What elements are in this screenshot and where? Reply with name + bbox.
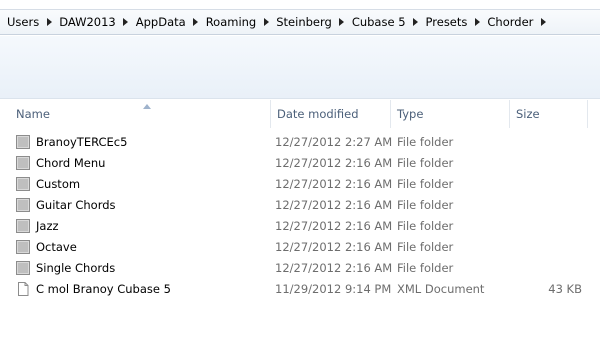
file-name: Single Chords (36, 261, 116, 275)
file-type: File folder (397, 219, 454, 233)
file-type: File folder (397, 135, 454, 149)
breadcrumb-item-cubase5[interactable]: Cubase 5 (349, 11, 409, 33)
file-name: Octave (36, 240, 77, 254)
file-name: Chord Menu (36, 156, 106, 170)
breadcrumb-item-appdata[interactable]: AppData (133, 11, 189, 33)
file-name: Guitar Chords (36, 198, 116, 212)
file-date: 11/29/2012 9:14 PM (275, 282, 392, 296)
folder-icon (16, 135, 30, 149)
chevron-right-icon[interactable] (536, 11, 550, 33)
chevron-right-icon[interactable] (189, 11, 203, 33)
file-name: C mol Branoy Cubase 5 (36, 282, 171, 296)
column-header-type[interactable]: Type (391, 100, 510, 128)
column-header-date[interactable]: Date modified (271, 100, 391, 128)
chevron-right-icon[interactable] (409, 11, 423, 33)
file-type: File folder (397, 198, 454, 212)
chevron-right-icon[interactable] (470, 11, 484, 33)
toolbar (0, 36, 600, 99)
breadcrumb-item-users[interactable]: Users (4, 11, 42, 33)
file-row[interactable]: Single Chords 12/27/2012 2:16 AM File fo… (0, 258, 600, 279)
file-name: BranoyTERCEc5 (36, 135, 128, 149)
breadcrumb-item-chorder[interactable]: Chorder (484, 11, 536, 33)
file-type: File folder (397, 156, 454, 170)
chevron-right-icon[interactable] (259, 11, 273, 33)
explorer-window: Users DAW2013 AppData Roaming Steinberg … (0, 0, 600, 357)
file-row[interactable]: BranoyTERCEc5 12/27/2012 2:27 AM File fo… (0, 132, 600, 153)
file-name: Jazz (36, 219, 59, 233)
file-row[interactable]: C mol Branoy Cubase 5 11/29/2012 9:14 PM… (0, 279, 600, 300)
chevron-right-icon[interactable] (42, 11, 56, 33)
file-date: 12/27/2012 2:16 AM (275, 219, 393, 233)
breadcrumb-item-daw2013[interactable]: DAW2013 (56, 11, 119, 33)
column-header-date-label: Date modified (277, 107, 359, 121)
file-row[interactable]: Chord Menu 12/27/2012 2:16 AM File folde… (0, 153, 600, 174)
sort-ascending-icon (143, 98, 151, 112)
file-row[interactable]: Jazz 12/27/2012 2:16 AM File folder (0, 216, 600, 237)
breadcrumb[interactable]: Users DAW2013 AppData Roaming Steinberg … (0, 9, 600, 35)
file-type: XML Document (397, 282, 485, 296)
document-icon (16, 282, 30, 296)
breadcrumb-item-presets[interactable]: Presets (423, 11, 471, 33)
column-header-type-label: Type (397, 107, 424, 121)
file-date: 12/27/2012 2:16 AM (275, 261, 393, 275)
column-header-size-label: Size (516, 107, 540, 121)
folder-icon (16, 240, 30, 254)
file-date: 12/27/2012 2:27 AM (275, 135, 393, 149)
folder-icon (16, 219, 30, 233)
file-date: 12/27/2012 2:16 AM (275, 198, 393, 212)
column-header-name[interactable]: Name (10, 100, 271, 128)
file-name: Custom (36, 177, 81, 191)
file-size: 43 KB (548, 282, 582, 296)
file-date: 12/27/2012 2:16 AM (275, 240, 393, 254)
column-header-size[interactable]: Size (510, 100, 588, 128)
file-type: File folder (397, 261, 454, 275)
folder-icon (16, 261, 30, 275)
folder-icon (16, 177, 30, 191)
file-type: File folder (397, 240, 454, 254)
file-type: File folder (397, 177, 454, 191)
chevron-right-icon[interactable] (335, 11, 349, 33)
file-date: 12/27/2012 2:16 AM (275, 156, 393, 170)
breadcrumb-item-steinberg[interactable]: Steinberg (273, 11, 335, 33)
file-row[interactable]: Octave 12/27/2012 2:16 AM File folder (0, 237, 600, 258)
file-date: 12/27/2012 2:16 AM (275, 177, 393, 191)
folder-icon (16, 156, 30, 170)
folder-icon (16, 198, 30, 212)
column-header-name-label: Name (16, 107, 50, 121)
breadcrumb-item-roaming[interactable]: Roaming (203, 11, 260, 33)
file-row[interactable]: Custom 12/27/2012 2:16 AM File folder (0, 174, 600, 195)
file-row[interactable]: Guitar Chords 12/27/2012 2:16 AM File fo… (0, 195, 600, 216)
column-header-bar: Name Date modified Type Size (0, 100, 600, 128)
chevron-right-icon[interactable] (119, 11, 133, 33)
